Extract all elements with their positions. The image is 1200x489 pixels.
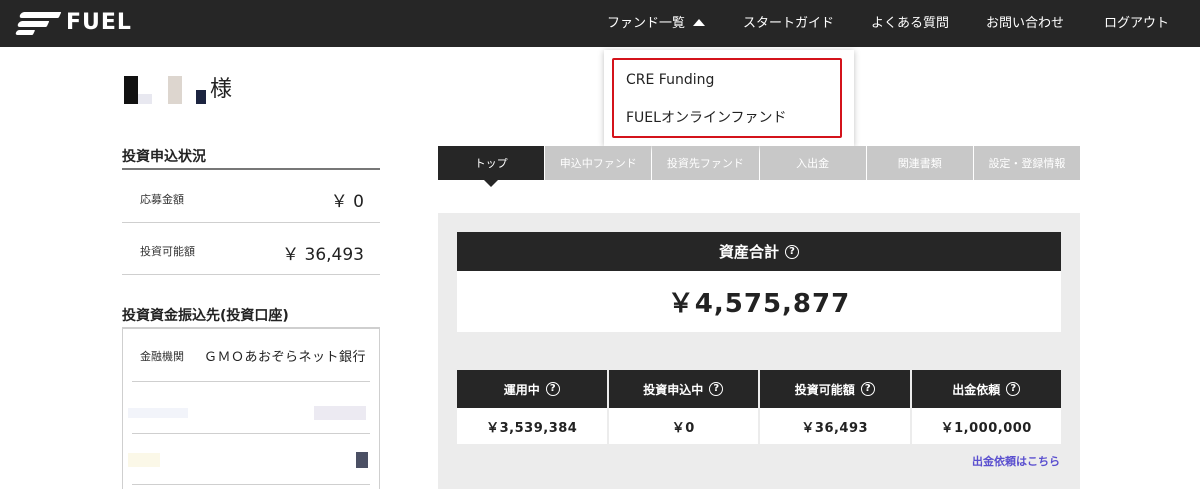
- bank-title: 投資資金振込先(投資口座): [122, 308, 289, 324]
- divider: [132, 484, 370, 485]
- redacted-block: [196, 90, 206, 104]
- bank-institution-value: ＧＭＯあおぞらネット銀行: [204, 350, 367, 365]
- stat-value: ￥3,539,384: [457, 408, 607, 444]
- redacted-block: [356, 452, 368, 468]
- divider: [132, 381, 370, 382]
- nav-faq[interactable]: よくある質問: [871, 12, 949, 31]
- status-title: 投資申込状況: [122, 149, 206, 165]
- withdraw-request-link[interactable]: 出金依頼はこちら: [972, 453, 1060, 469]
- dropdown-item-fuel-online-fund[interactable]: FUELオンラインファンド: [626, 107, 787, 127]
- bank-institution-label: 金融機関: [140, 350, 184, 363]
- application-amount-value: ￥ 0: [330, 192, 364, 212]
- redacted-block: [314, 406, 366, 420]
- honorific: 様: [210, 77, 233, 102]
- help-icon[interactable]: ?: [785, 244, 799, 259]
- nav-start-guide[interactable]: スタートガイド: [743, 12, 834, 31]
- stat-applying: 投資申込中? ￥0: [608, 370, 758, 444]
- caret-up-icon: [693, 19, 706, 26]
- tab-top[interactable]: トップ: [438, 146, 545, 187]
- fund-list-dropdown: CRE Funding FUELオンラインファンド: [604, 50, 854, 146]
- nav-fund-list[interactable]: ファンド一覧: [607, 12, 706, 31]
- investable-value: ￥ 36,493: [282, 245, 364, 265]
- stat-header: 投資申込中?: [608, 370, 758, 408]
- stat-label: 出金依頼: [952, 382, 1001, 397]
- dropdown-item-cre-funding[interactable]: CRE Funding: [626, 72, 714, 88]
- stats-table: 運用中? ￥3,539,384 投資申込中? ￥0 投資可能額? ￥36,493…: [457, 370, 1061, 444]
- fuel-logo-icon: [14, 8, 62, 36]
- divider: [122, 222, 380, 223]
- redacted-block: [128, 408, 188, 418]
- redacted-block: [138, 94, 152, 104]
- redacted-block: [152, 94, 168, 104]
- active-tab-notch: [484, 180, 499, 187]
- investable-label: 投資可能額: [140, 245, 195, 258]
- nav-contact[interactable]: お問い合わせ: [986, 12, 1064, 31]
- stat-investable: 投資可能額? ￥36,493: [760, 370, 910, 444]
- stat-label: 投資申込中: [643, 382, 704, 397]
- tab-related-documents[interactable]: 関連書類: [866, 146, 973, 180]
- stat-value: ￥0: [608, 408, 758, 444]
- divider: [122, 168, 380, 170]
- stat-value: ￥1,000,000: [911, 408, 1061, 444]
- stat-withdrawal-request: 出金依頼? ￥1,000,000: [911, 370, 1061, 444]
- help-icon[interactable]: ?: [1006, 382, 1021, 396]
- mypage-tabs: トップ 申込中ファンド 投資先ファンド 入出金 関連書類 設定・登録情報: [438, 146, 1081, 187]
- user-name: 様: [124, 74, 232, 104]
- redacted-block: [124, 76, 138, 104]
- stat-header: 投資可能額?: [760, 370, 910, 408]
- tab-settings[interactable]: 設定・登録情報: [973, 146, 1081, 180]
- total-assets-header: 資産合計 ?: [457, 232, 1061, 271]
- stat-operating: 運用中? ￥3,539,384: [457, 370, 607, 444]
- total-assets-title: 資産合計: [718, 243, 779, 261]
- stat-header: 運用中?: [457, 370, 607, 408]
- nav-fund-list-label: ファンド一覧: [607, 16, 686, 31]
- help-icon[interactable]: ?: [860, 382, 875, 396]
- fuel-logo[interactable]: FUEL: [14, 8, 132, 36]
- tab-invested-funds[interactable]: 投資先ファンド: [652, 146, 759, 180]
- redacted-block: [168, 76, 182, 104]
- tab-applying-funds[interactable]: 申込中ファンド: [545, 146, 652, 180]
- divider: [122, 274, 380, 275]
- stat-value: ￥36,493: [760, 408, 910, 444]
- top-navbar: FUEL ファンド一覧 スタートガイド よくある質問 お問い合わせ ログアウト: [0, 0, 1200, 47]
- tab-deposit-withdrawal[interactable]: 入出金: [759, 146, 866, 180]
- redacted-block: [128, 453, 160, 467]
- application-amount-label: 応募金額: [140, 193, 184, 206]
- help-icon[interactable]: ?: [545, 382, 560, 396]
- nav-logout[interactable]: ログアウト: [1104, 12, 1169, 31]
- redacted-block: [182, 94, 196, 104]
- stat-label: 運用中: [503, 382, 540, 397]
- stat-header: 出金依頼?: [911, 370, 1061, 408]
- logo-text: FUEL: [66, 9, 132, 35]
- total-assets-value: ￥4,575,877: [457, 271, 1061, 332]
- stat-label: 投資可能額: [794, 382, 855, 397]
- divider: [132, 433, 370, 434]
- help-icon[interactable]: ?: [709, 382, 724, 396]
- tab-top-label: トップ: [474, 157, 508, 170]
